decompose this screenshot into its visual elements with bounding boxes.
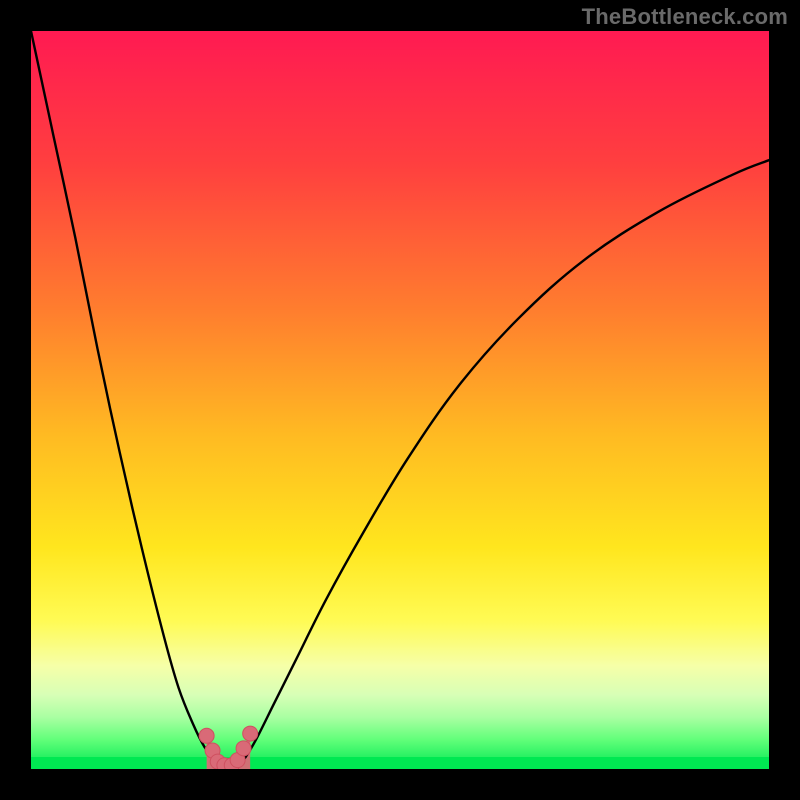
valley-marker: [236, 741, 251, 756]
green-band: [31, 757, 769, 769]
plot-svg: [31, 31, 769, 769]
gradient-background: [31, 31, 769, 769]
valley-marker: [243, 726, 258, 741]
plot-area: [31, 31, 769, 769]
chart-frame: TheBottleneck.com: [0, 0, 800, 800]
valley-marker: [199, 728, 214, 743]
watermark-text: TheBottleneck.com: [582, 4, 788, 30]
